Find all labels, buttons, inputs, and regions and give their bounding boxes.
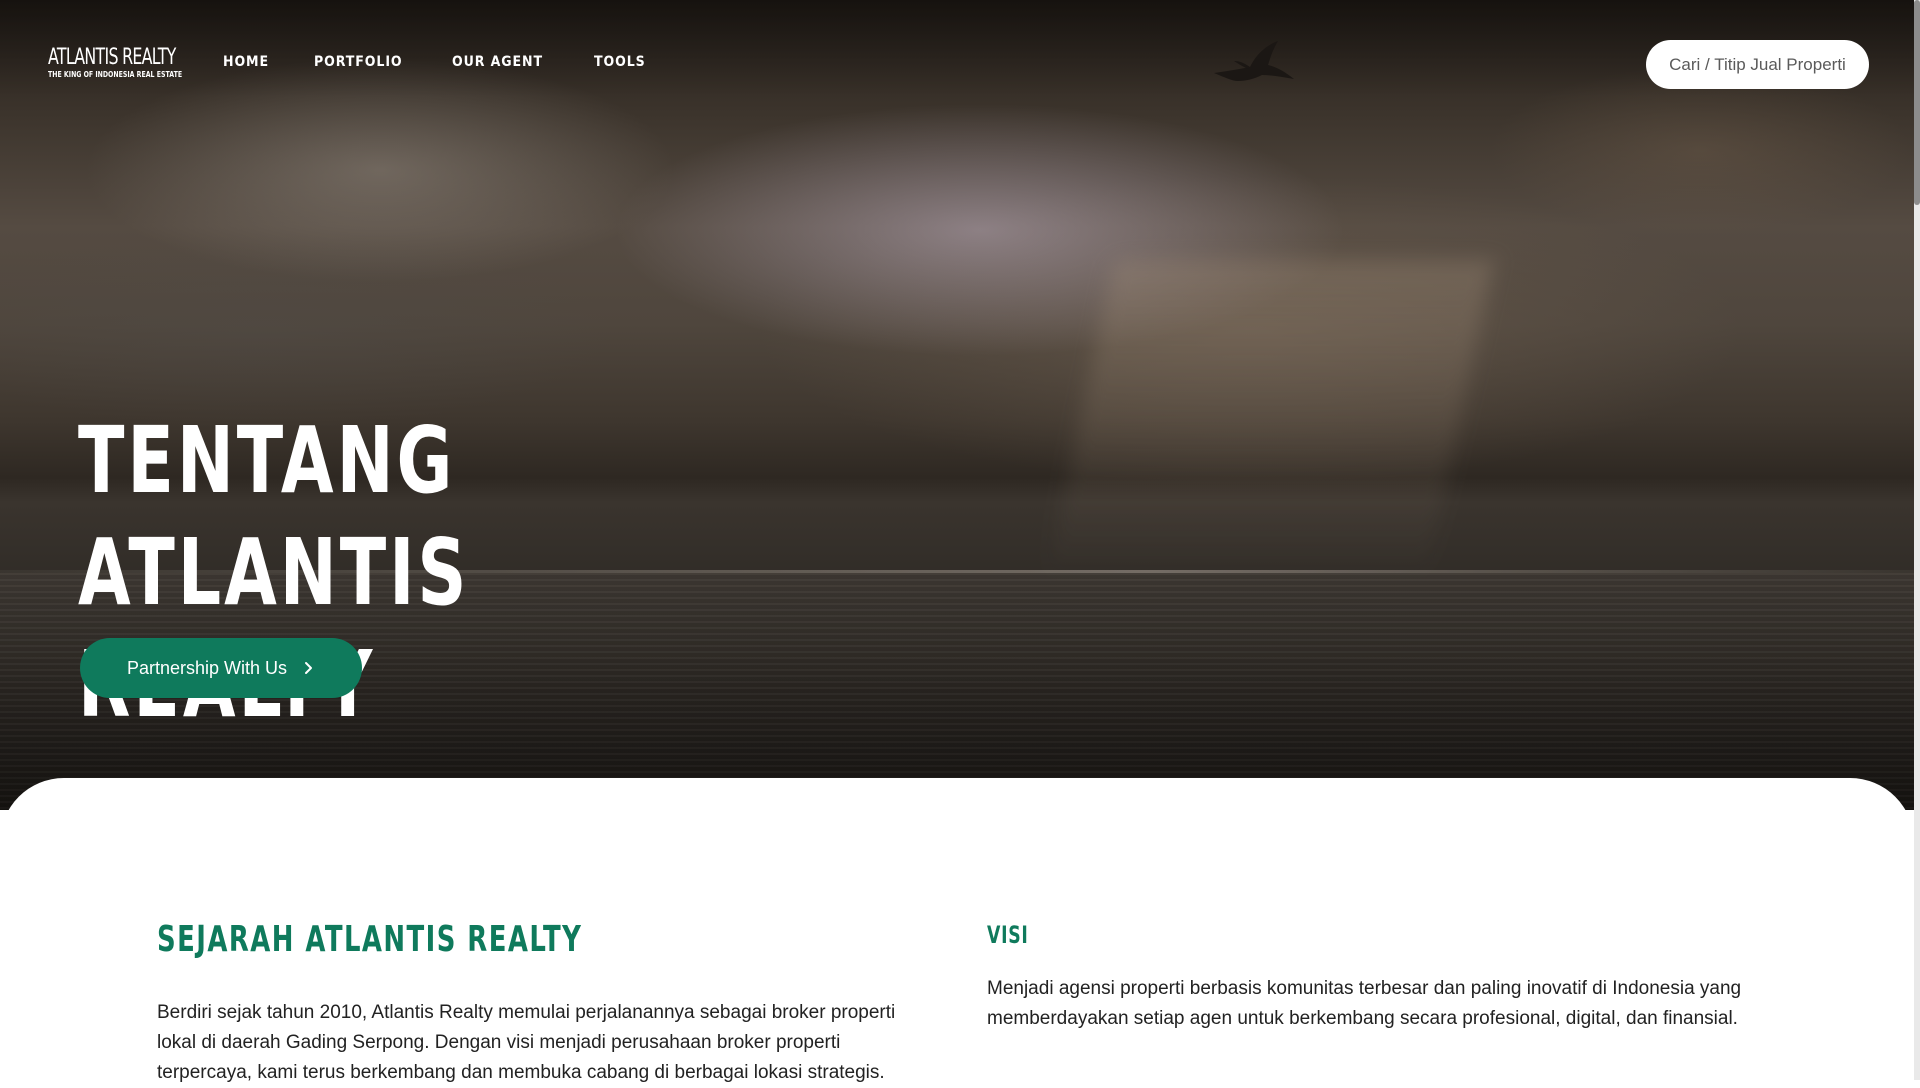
vision-title: VISI xyxy=(987,921,1029,949)
about-content: SEJARAH ATLANTIS REALTY Berdiri sejak ta… xyxy=(0,778,1914,1083)
brand-logo[interactable]: ATLANTIS REALTY THE KING OF INDONESIA RE… xyxy=(48,46,188,80)
search-sell-property-button[interactable]: Cari / Titip Jual Properti xyxy=(1646,40,1869,89)
partnership-button[interactable]: Partnership With Us xyxy=(80,638,362,698)
history-title: SEJARAH ATLANTIS REALTY xyxy=(157,919,583,960)
brand-tagline: THE KING OF INDONESIA REAL ESTATE xyxy=(48,70,183,79)
history-text: Berdiri sejak tahun 2010, Atlantis Realt… xyxy=(157,1002,896,1083)
vision-section: VISI Menjadi agensi properti berbasis ko… xyxy=(987,920,1747,1034)
bird-icon xyxy=(1214,41,1294,81)
nav-item-tools[interactable]: TOOLS xyxy=(594,54,646,70)
nav-item-home[interactable]: HOME xyxy=(223,54,269,70)
vision-text: Menjadi agensi properti berbasis komunit… xyxy=(987,978,1742,1029)
brand-name: ATLANTIS REALTY xyxy=(48,45,176,70)
chevron-right-icon xyxy=(305,662,313,674)
nav-item-portfolio[interactable]: PORTFOLIO xyxy=(314,54,403,70)
nav-item-our-agent[interactable]: OUR AGENT xyxy=(452,54,543,70)
partnership-button-label: Partnership With Us xyxy=(126,657,288,678)
main-nav: HOME PORTFOLIO OUR AGENT TOOLS xyxy=(223,54,651,70)
history-section: SEJARAH ATLANTIS REALTY Berdiri sejak ta… xyxy=(157,918,937,1088)
scrollbar-thumb[interactable] xyxy=(1914,0,1920,205)
